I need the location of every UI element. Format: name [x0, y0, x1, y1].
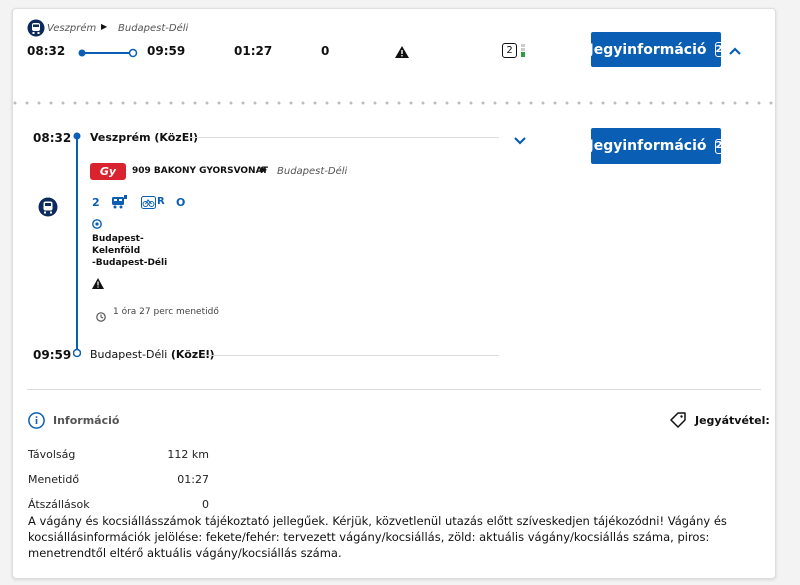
coach-icon — [110, 194, 128, 209]
detail-arrive-station: Budapest-Déli (KözEl) — [90, 348, 215, 361]
info-icon — [28, 412, 45, 429]
info-row-value: 112 km — [167, 448, 209, 461]
clock-icon — [96, 307, 106, 322]
ticket-tag-icon — [669, 412, 687, 428]
info-row-value: 0 — [202, 498, 209, 511]
detail-ticket-info-label: Jegyinformáció — [588, 138, 707, 154]
travel-time: 1 óra 27 perc menetidő — [113, 307, 219, 317]
arrive-station-rule — [203, 355, 499, 356]
section-divider — [27, 389, 761, 390]
detail-depart-time: 08:32 — [33, 131, 72, 145]
track-number: 2 — [92, 196, 100, 209]
summary-to: Budapest-Déli — [118, 23, 189, 34]
depart-station-rule — [189, 137, 499, 138]
play-arrow-icon: ▶ — [101, 22, 108, 31]
chevron-down-icon[interactable] — [513, 131, 527, 145]
destination-arrow-icon: ▶ — [261, 165, 268, 174]
via-line-3: -Budapest-Déli — [92, 258, 168, 268]
timeline-line — [72, 132, 82, 358]
summary-transfers: 0 — [321, 44, 330, 58]
detail-train-icon — [38, 197, 58, 217]
zero-indicator: O — [176, 196, 186, 209]
dotted-divider — [13, 92, 775, 105]
via-line-2: Kelenföld — [92, 246, 141, 256]
info-heading: Információ — [53, 414, 120, 427]
summary-depart-time: 08:32 — [27, 44, 66, 58]
summary-from: Veszprém — [47, 23, 97, 34]
summary-arrive-time: 09:59 — [147, 44, 186, 58]
journey-card: Veszprém ▶ Budapest-Déli 08:32 09:59 01:… — [12, 8, 776, 579]
ticket-pickup-label: Jegyátvétel: — [695, 414, 770, 427]
info-note: A vágány és kocsiállásszámok tájékoztató… — [28, 514, 727, 560]
via-line-1: Budapest- — [92, 234, 144, 244]
detail-ticket-info-button[interactable]: Jegyinformáció 2 — [588, 128, 724, 164]
detail-arrive-time: 09:59 — [33, 348, 72, 362]
train-type-logo: Gy — [90, 163, 126, 180]
info-row-label: Távolság — [28, 448, 76, 461]
via-warning-icon — [92, 274, 104, 289]
info-row-value: 01:27 — [177, 473, 209, 486]
route-line — [77, 44, 139, 58]
ticket-info-count: 2 — [714, 42, 724, 57]
detail-ticket-info-count: 2 — [714, 138, 724, 154]
train-name: 909 BAKONY GYORSVONAT — [132, 166, 268, 176]
info-row-label: Menetidő — [28, 473, 80, 486]
occupancy-icon — [520, 43, 526, 57]
via-station: Budapest- Kelenföld -Budapest-Déli — [92, 233, 167, 269]
chevron-up-icon[interactable] — [727, 42, 743, 55]
summary-duration: 01:27 — [234, 44, 273, 58]
warning-icon — [395, 43, 409, 58]
train-icon — [27, 19, 45, 37]
target-icon — [92, 214, 102, 229]
info-row-label: Átszállások — [28, 498, 90, 511]
ticket-info-button[interactable]: Jegyinformáció 2 — [588, 32, 724, 67]
train-destination: Budapest-Déli — [277, 166, 348, 177]
ticket-info-label: Jegyinformáció — [588, 41, 707, 58]
seat-count-badge: 2 — [502, 43, 517, 58]
detail-depart-station: Veszprém (KözEl) — [90, 131, 199, 144]
arrive-station-name: Budapest-Déli — [90, 348, 171, 361]
bike-reservation-label: R — [157, 196, 165, 207]
